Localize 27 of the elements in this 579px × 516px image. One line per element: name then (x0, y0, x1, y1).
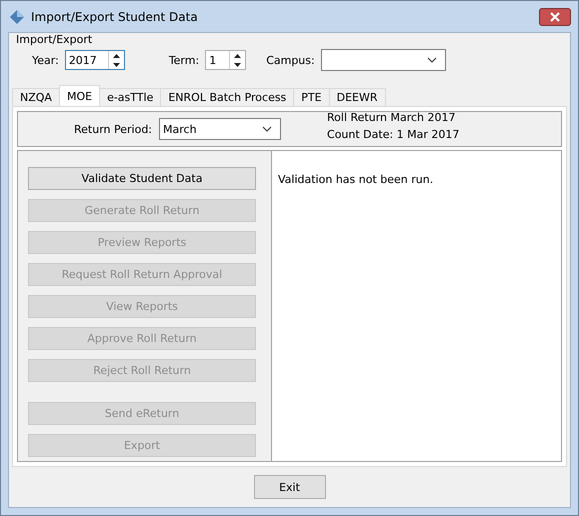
group-title: Import/Export (16, 33, 94, 46)
down-arrow-icon[interactable] (112, 62, 120, 66)
window-title: Import/Export Student Data (31, 10, 198, 24)
close-button[interactable] (539, 8, 571, 26)
return-period-dropdown[interactable]: March (159, 118, 282, 140)
tab[interactable]: DEEWR (328, 88, 386, 106)
chevron-down-icon (262, 126, 272, 132)
tab[interactable]: MOE (58, 85, 100, 106)
action-button[interactable]: Validate Student Data (28, 167, 256, 190)
return-period-label: Return Period: (74, 122, 152, 136)
exit-button[interactable]: Exit (254, 475, 326, 499)
campus-dropdown[interactable] (320, 49, 446, 71)
up-arrow-icon[interactable] (234, 54, 242, 58)
chevron-down-icon (426, 57, 437, 63)
info-text: Roll Return March 2017 (327, 111, 457, 124)
term-label: Term: (168, 54, 200, 66)
year-label: Year: (32, 54, 59, 66)
term-spinner[interactable]: 1 (205, 50, 246, 70)
down-arrow-icon[interactable] (234, 62, 242, 66)
status-message: Validation has not been run. (278, 173, 434, 186)
tab[interactable]: NZQA (12, 88, 60, 106)
up-arrow-icon[interactable] (112, 54, 120, 58)
close-icon (550, 12, 560, 22)
year-spinner[interactable]: 2017 (64, 50, 125, 70)
campus-label: Campus: (266, 54, 315, 66)
info-text: Count Date: 1 Mar 2017 (327, 128, 460, 141)
diamond-icon (10, 10, 24, 24)
